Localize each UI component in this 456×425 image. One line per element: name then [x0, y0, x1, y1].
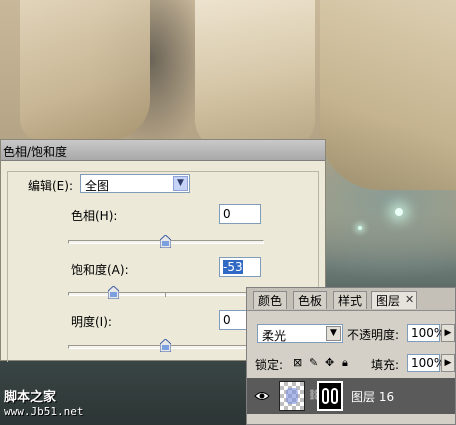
chevron-down-icon[interactable]: ▼	[326, 326, 341, 341]
watermark-url: www.Jb51.net	[4, 405, 84, 418]
lock-all-icon[interactable]: 🔒︎	[342, 356, 348, 370]
blend-mode-select[interactable]: 柔光 ▼	[257, 324, 343, 343]
lock-brush-icon[interactable]: ✎	[309, 356, 318, 369]
dialog-title-bar[interactable]: 色相/饱和度	[1, 140, 325, 161]
close-icon[interactable]: ✕	[405, 293, 414, 306]
lightness-label: 明度(I):	[71, 315, 112, 329]
lightness-slider-thumb[interactable]	[160, 339, 171, 352]
fill-label: 填充:	[371, 358, 400, 372]
photo-robe-right	[320, 0, 456, 190]
panel-tab-bar: 颜色 色板 样式 图层 ✕	[247, 288, 455, 311]
layers-panel: 颜色 色板 样式 图层 ✕ 柔光 ▼ 不透明度: 100% ▶ 锁定: ⊠ ✎ …	[246, 287, 456, 425]
layer-mask-thumbnail[interactable]	[317, 381, 343, 411]
eye-icon[interactable]	[254, 390, 270, 402]
hue-slider-thumb[interactable]	[160, 235, 171, 248]
photo-robe-left	[20, 0, 150, 140]
dialog-title: 色相/饱和度	[3, 145, 68, 159]
photo-robe-center	[195, 0, 315, 150]
layer-name: 图层 16	[351, 390, 395, 404]
lock-move-icon[interactable]: ✥	[325, 356, 334, 369]
tab-color[interactable]: 颜色	[253, 291, 288, 309]
saturation-label: 饱和度(A):	[71, 263, 129, 277]
saturation-slider-track[interactable]	[68, 292, 264, 296]
tab-styles[interactable]: 样式	[333, 291, 368, 309]
lock-label: 锁定:	[255, 358, 284, 372]
fill-input[interactable]: 100%	[407, 354, 445, 372]
watermark-title: 脚本之家	[4, 390, 57, 405]
layer-row[interactable]: ⛓ 图层 16	[247, 378, 455, 414]
blend-mode-value: 柔光	[262, 329, 287, 343]
chevron-down-icon[interactable]: ▼	[173, 176, 188, 191]
saturation-center-tick	[165, 293, 166, 297]
photo-light-glow-small	[358, 226, 362, 230]
opacity-input[interactable]: 100%	[407, 324, 445, 342]
edit-select-value: 全图	[85, 179, 110, 193]
edit-label: 编辑(E):	[28, 179, 73, 193]
saturation-slider-thumb[interactable]	[108, 286, 119, 299]
tab-swatches[interactable]: 色板	[293, 291, 328, 309]
hue-input[interactable]: 0	[219, 204, 261, 224]
edit-select[interactable]: 全图 ▼	[80, 174, 190, 193]
saturation-input[interactable]: -53	[219, 257, 261, 277]
layer-thumbnail[interactable]	[279, 381, 305, 411]
opacity-arrow-button[interactable]: ▶	[441, 324, 455, 342]
hue-label: 色相(H):	[71, 209, 118, 223]
opacity-label: 不透明度:	[347, 328, 400, 342]
lock-transparency-icon[interactable]: ⊠	[293, 356, 302, 369]
fill-arrow-button[interactable]: ▶	[441, 354, 455, 372]
photo-light-glow	[395, 208, 403, 216]
